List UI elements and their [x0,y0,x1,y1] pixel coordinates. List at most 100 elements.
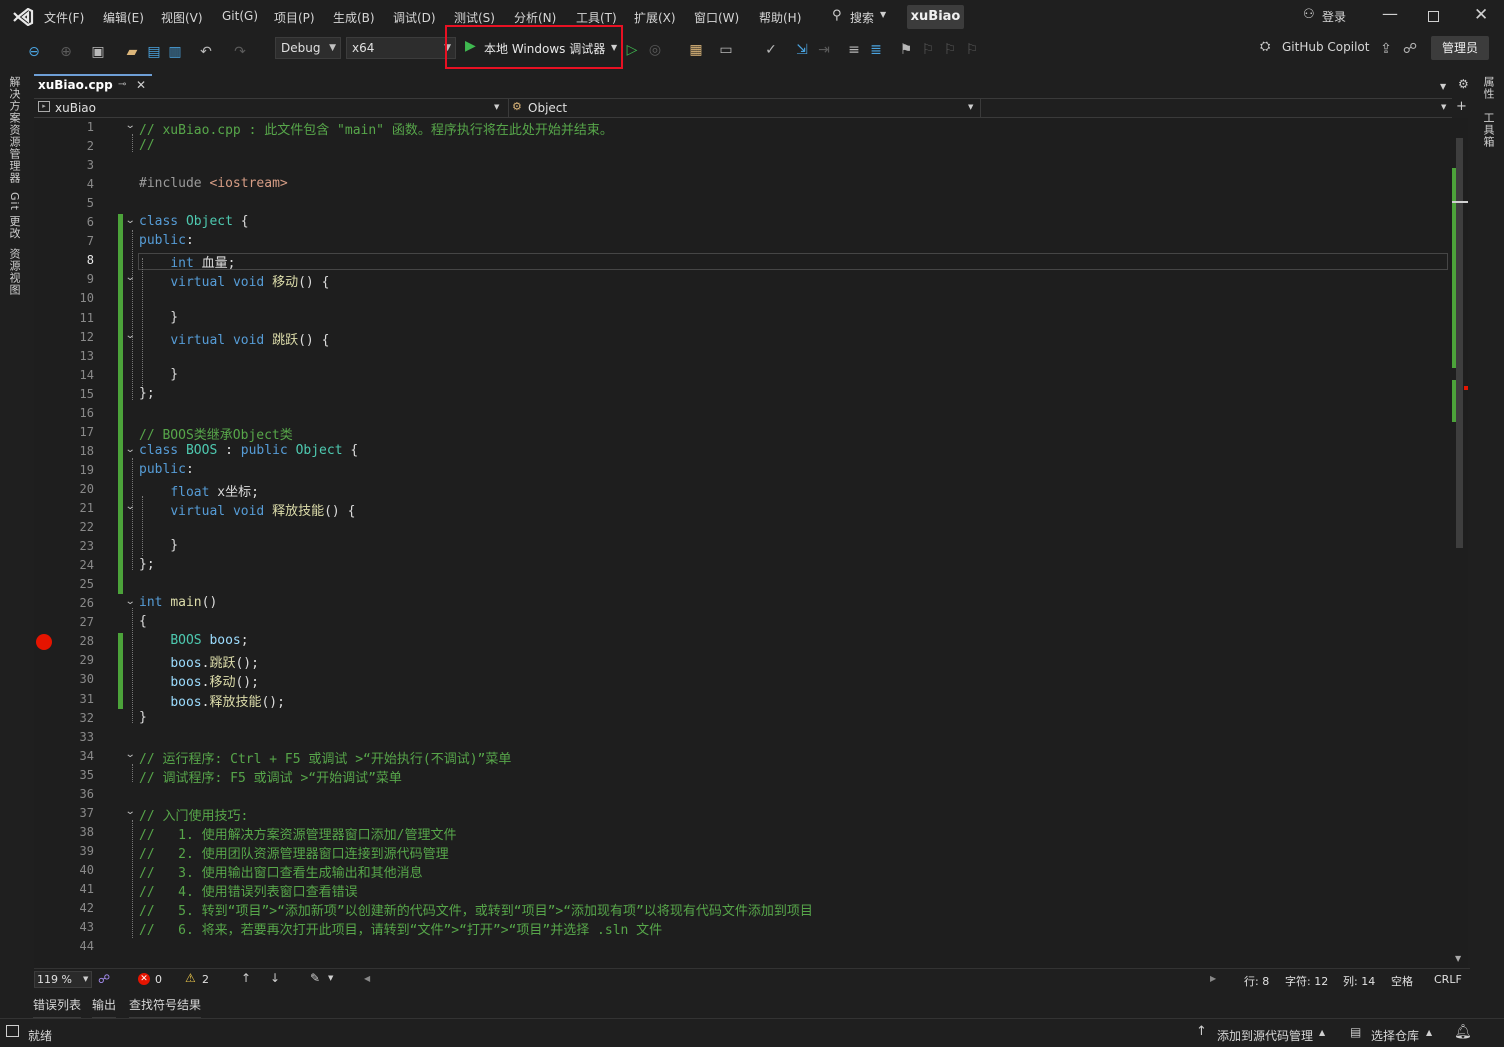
code-line[interactable]: int 血量; [139,252,235,271]
scope-dropdown[interactable]: ▸ xuBiao ▼ [34,99,504,117]
tab-error-list[interactable]: 错误列表 [33,996,82,1020]
split-icon[interactable]: + [1456,99,1467,114]
maximize-icon[interactable] [1428,11,1439,22]
comment-icon[interactable]: ≡ [844,40,864,60]
code-line[interactable]: virtual void 释放技能() { [139,500,355,519]
code-line[interactable]: // 3. 使用输出窗口查看生成输出和其他消息 [139,862,423,881]
eol-indicator[interactable]: CRLF [1434,973,1462,986]
cleanup-icon[interactable]: ✎ [310,971,320,985]
arrow-up-icon[interactable]: ↑ [1196,1024,1207,1039]
code-line[interactable]: // [139,138,155,153]
add-to-source-control[interactable]: 添加到源代码管理 [1217,1027,1313,1044]
arrow-up-icon[interactable]: ↑ [241,971,251,985]
code-line[interactable]: }; [139,557,155,572]
arrow-down-icon[interactable]: ↓ [270,971,280,985]
code-line[interactable]: // 4. 使用错误列表窗口查看错误 [139,881,358,900]
fold-chevron-icon[interactable]: ⌄ [125,596,136,607]
code-line[interactable]: boos.释放技能(); [139,691,285,710]
chevron-up-icon[interactable]: ▲ [1426,1028,1432,1037]
code-line[interactable]: int main() [139,595,217,610]
code-line[interactable]: float x坐标; [139,481,259,500]
zoom-dropdown[interactable]: 119 % ▼ [34,971,92,988]
code-line[interactable]: // 运行程序: Ctrl + F5 或调试 >“开始执行(不调试)”菜单 [139,748,511,767]
code-line[interactable]: #include <iostream> [139,176,288,191]
pin-icon[interactable]: ⊸ [118,79,126,90]
third-dropdown[interactable]: ▼ [980,99,1450,117]
menu-test[interactable]: 测试(S) [454,9,495,26]
member-dropdown[interactable]: ⚙ Object ▼ [508,99,978,117]
back-icon[interactable]: ⊖ [24,42,44,62]
code-line[interactable]: // BOOS类继承Object类 [139,424,293,443]
fold-chevron-icon[interactable]: ⌄ [125,806,136,817]
col-indicator[interactable]: 列: 14 [1343,973,1375,989]
code-line[interactable]: public: [139,233,194,248]
code-line[interactable]: public: [139,462,194,477]
code-line[interactable]: boos.跳跃(); [139,652,259,671]
code-line[interactable]: // 1. 使用解决方案资源管理器窗口添加/管理文件 [139,824,456,843]
chevron-up-icon[interactable]: ▲ [1319,1028,1325,1037]
uncomment-icon[interactable]: ≣ [866,40,886,60]
tab-xubiao-cpp[interactable]: xuBiao.cpp ⊸ ✕ [34,74,152,96]
hot-reload-icon[interactable]: ◎ [645,40,665,60]
close-icon[interactable]: ✕ [1474,5,1488,25]
menu-window[interactable]: 窗口(W) [694,9,739,26]
menu-project[interactable]: 项目(P) [274,9,315,26]
redo-icon[interactable]: ↷ [230,42,250,62]
notifications-icon[interactable]: 🔔︎ [1454,1024,1472,1040]
code-line[interactable]: // 6. 将来，若要再次打开此项目，请转到“文件”>“打开”>“项目”并选择 … [139,919,662,938]
menu-build[interactable]: 生成(B) [333,9,375,26]
fold-chevron-icon[interactable]: ⌄ [125,501,136,512]
scroll-right-icon[interactable]: ▶ [1210,974,1216,983]
code-line[interactable]: }; [139,386,155,401]
chevron-down-icon[interactable]: ▼ [328,974,333,982]
menu-view[interactable]: 视图(V) [161,9,203,26]
code-editor[interactable]: 1 // xuBiao.cpp : 此文件包含 "main" 函数。程序执行将在此… [34,118,1452,968]
menu-help[interactable]: 帮助(H) [759,9,801,26]
start-without-debugging-icon[interactable]: ▷ [622,40,642,60]
save-icon[interactable]: ▤ [144,42,164,62]
warning-icon[interactable]: ⚠ [185,971,196,985]
fold-chevron-icon[interactable]: ⌄ [125,272,136,283]
next-bookmark-icon[interactable]: ⚐ [940,40,960,60]
code-line[interactable]: // 入门使用技巧: [139,805,248,824]
login-label[interactable]: 登录 [1322,8,1346,25]
gear-icon[interactable]: ⚙ [1458,77,1469,91]
menu-extensions[interactable]: 扩展(X) [634,9,676,26]
step-over-icon[interactable]: ⇥ [814,40,834,60]
tab-find-symbol-results[interactable]: 查找符号结果 [129,996,202,1020]
code-line[interactable]: // 调试程序: F5 或调试 >“开始调试”菜单 [139,767,402,786]
code-line[interactable]: } [139,538,178,553]
code-line[interactable]: BOOS boos; [139,633,248,648]
char-indicator[interactable]: 字符: 12 [1285,973,1328,989]
minimize-icon[interactable]: — [1382,4,1398,23]
code-line[interactable]: virtual void 移动() { [139,271,329,290]
forward-icon[interactable]: ⊕ [56,42,76,62]
select-repository[interactable]: 选择仓库 [1371,1027,1419,1044]
fold-chevron-icon[interactable]: ⌄ [125,215,136,226]
account-icon[interactable]: ⚇ [1303,7,1315,22]
vtab-solution-explorer[interactable]: 解决方案资源管理器 [8,76,22,184]
fold-chevron-icon[interactable]: ⌄ [125,749,136,760]
row-indicator[interactable]: 行: 8 [1244,973,1269,989]
repository-icon[interactable]: ▤ [1350,1025,1361,1039]
save-all-icon[interactable]: ▥ [165,42,185,62]
new-project-icon[interactable]: ▣ [88,42,108,62]
platform-dropdown[interactable]: x64 ▼ [346,37,456,59]
menu-tools[interactable]: 工具(T) [576,9,617,26]
code-line[interactable]: { [139,614,147,629]
intellicode-icon[interactable]: ☍ [98,972,110,986]
vtab-properties[interactable]: 属性 [1482,76,1496,100]
run-debugger-button[interactable]: ▶ 本地 Windows 调试器 ▼ [445,25,623,69]
fold-chevron-icon[interactable]: ⌄ [125,444,136,455]
solution-explorer-icon[interactable]: ▦ [686,40,706,60]
bookmark-icon[interactable]: ⚑ [896,40,916,60]
menu-analyze[interactable]: 分析(N) [514,9,556,26]
scrollbar-thumb[interactable] [1456,138,1463,548]
menu-file[interactable]: 文件(F) [44,9,84,26]
configuration-dropdown[interactable]: Debug ▼ [275,37,341,59]
copilot-button[interactable]: ⛭ GitHub Copilot [1258,39,1376,59]
feedback-icon[interactable]: ☍ [1400,39,1420,59]
error-icon[interactable]: ✕ [138,973,150,985]
code-line[interactable]: } [139,367,178,382]
code-line[interactable]: // 5. 转到“项目”>“添加新项”以创建新的代码文件，或转到“项目”>“添加… [139,900,813,919]
